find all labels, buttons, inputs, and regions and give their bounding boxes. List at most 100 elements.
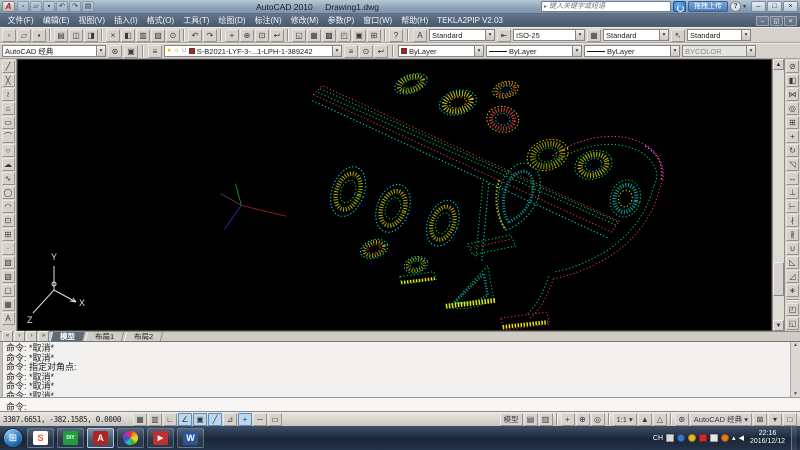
layer-properties-icon[interactable]: ≡: [344, 45, 358, 58]
chevron-down-icon[interactable]: ▾: [485, 30, 494, 40]
dim-style-icon[interactable]: ⇤: [497, 29, 511, 42]
qat-redo-icon[interactable]: ↷: [69, 1, 81, 12]
layer-thaw-sun-icon[interactable]: ☼: [173, 46, 179, 56]
doc-restore-button[interactable]: ◱: [770, 16, 783, 26]
menu-item[interactable]: TEKLA2PIP V2.03: [433, 16, 508, 25]
infocenter-search[interactable]: ▸: [541, 1, 671, 12]
tab-layout1[interactable]: 布局1: [85, 332, 124, 341]
multiline-text-icon[interactable]: A: [2, 312, 15, 325]
array-icon[interactable]: ⊞: [786, 116, 799, 129]
spline-icon[interactable]: ∿: [2, 172, 15, 185]
lwt-toggle[interactable]: ─: [253, 413, 267, 426]
help-button[interactable]: ?: [730, 1, 741, 12]
fillet-icon[interactable]: ◿: [786, 270, 799, 283]
break-at-point-icon[interactable]: ∤: [786, 214, 799, 227]
menu-item[interactable]: 视图(V): [74, 15, 110, 26]
qat-undo-icon[interactable]: ↶: [56, 1, 68, 12]
workspace-switch-button[interactable]: AutoCAD 经典 ▾: [690, 413, 752, 426]
break-icon[interactable]: ∦: [786, 228, 799, 241]
layer-lock-icon[interactable]: ∪: [182, 46, 187, 56]
gradient-icon[interactable]: ▧: [2, 270, 15, 283]
qp-toggle[interactable]: ▭: [268, 413, 282, 426]
table-icon[interactable]: ▦: [2, 298, 15, 311]
menu-item[interactable]: 文件(F): [3, 15, 38, 26]
designcenter-icon[interactable]: ▦: [307, 29, 321, 42]
move-icon[interactable]: +: [786, 130, 799, 143]
taskbar-app-word[interactable]: W: [177, 428, 204, 448]
menu-item[interactable]: 窗口(W): [359, 15, 397, 26]
layer-properties-manager-icon[interactable]: ≡: [148, 45, 162, 58]
chevron-down-icon[interactable]: ▾: [474, 46, 483, 56]
help-icon[interactable]: ?: [389, 29, 403, 42]
qat-plot-icon[interactable]: ▤: [82, 1, 94, 12]
scroll-up-icon[interactable]: ▲: [773, 59, 784, 70]
ellipse-arc-icon[interactable]: ◠: [2, 200, 15, 213]
command-window[interactable]: 命令: *取消*命令: *取消*命令: 指定对角点:命令: *取消*命令: *取…: [0, 341, 800, 411]
maximize-button[interactable]: □: [767, 1, 782, 12]
rotate-icon[interactable]: ↻: [786, 144, 799, 157]
dyn-toggle[interactable]: +: [238, 413, 252, 426]
menu-item[interactable]: 帮助(H): [397, 15, 433, 26]
chamfer-icon[interactable]: ◺: [786, 256, 799, 269]
arc-icon[interactable]: ⌒: [2, 130, 15, 143]
tool-palettes-icon[interactable]: ▩: [322, 29, 336, 42]
trim-icon[interactable]: ⊥: [786, 186, 799, 199]
vertical-scrollbar[interactable]: ▲ ▼: [772, 59, 784, 331]
scroll-down-icon[interactable]: ▼: [791, 391, 800, 397]
line-icon[interactable]: ╱: [2, 60, 15, 73]
circle-icon[interactable]: ○: [2, 144, 15, 157]
ducs-toggle[interactable]: ⊿: [223, 413, 237, 426]
text-style-icon[interactable]: A: [413, 29, 427, 42]
extend-icon[interactable]: ⊢: [786, 200, 799, 213]
redo-icon[interactable]: ↷: [203, 29, 217, 42]
command-window-grip[interactable]: [0, 342, 3, 397]
insert-block-icon[interactable]: ⊡: [2, 214, 15, 227]
plot-icon[interactable]: ▤: [54, 29, 68, 42]
otrack-toggle[interactable]: ╱: [208, 413, 222, 426]
paste-icon[interactable]: ▥: [136, 29, 150, 42]
dim-style-combo[interactable]: ISO-25 ▾: [513, 29, 585, 41]
open-icon[interactable]: ▱: [17, 29, 31, 42]
table-style-icon[interactable]: ▦: [587, 29, 601, 42]
annotation-visibility-icon[interactable]: ▲: [638, 413, 652, 426]
ellipse-icon[interactable]: ◯: [2, 186, 15, 199]
text-style-combo[interactable]: Standard ▾: [429, 29, 495, 41]
construction-line-icon[interactable]: ╳: [2, 74, 15, 87]
sheet-set-manager-icon[interactable]: ◰: [337, 29, 351, 42]
match-properties-icon[interactable]: ▨: [151, 29, 165, 42]
annotation-scale-button[interactable]: 1:1 ▾: [613, 413, 637, 426]
flag-tray-icon[interactable]: [699, 434, 707, 442]
layer-color-swatch[interactable]: [189, 48, 195, 54]
helper-tray-icon[interactable]: [677, 434, 685, 442]
command-prompt[interactable]: 命令:: [0, 397, 800, 411]
annotation-autoscale-icon[interactable]: △: [653, 413, 667, 426]
close-button[interactable]: ×: [783, 1, 798, 12]
menu-item[interactable]: 工具(T): [179, 15, 214, 26]
snap-toggle[interactable]: ▦: [133, 413, 147, 426]
markup-icon[interactable]: ▣: [352, 29, 366, 42]
chevron-down-icon[interactable]: ▾: [575, 30, 584, 40]
publish-icon[interactable]: ◨: [84, 29, 98, 42]
polygon-icon[interactable]: ⌂: [2, 102, 15, 115]
taskbar-app-storm[interactable]: ▶: [147, 428, 174, 448]
zoom-window-icon[interactable]: ⊡: [255, 29, 269, 42]
taskbar-clock[interactable]: 22:16 2016/12/12: [747, 430, 788, 447]
qat-save-icon[interactable]: ▪: [43, 1, 55, 12]
im-tray-icon[interactable]: [710, 434, 718, 442]
workspace-gear-icon[interactable]: ⊛: [675, 413, 689, 426]
start-button[interactable]: ⊞: [3, 428, 23, 448]
menu-item[interactable]: 绘图(D): [214, 15, 250, 26]
language-indicator[interactable]: CH: [653, 435, 663, 442]
block-editor-icon[interactable]: ⊙: [166, 29, 180, 42]
erase-icon[interactable]: ⊘: [786, 60, 799, 73]
copy-icon[interactable]: ◧: [121, 29, 135, 42]
point-icon[interactable]: ·: [2, 242, 15, 255]
orange-tray-icon[interactable]: [721, 434, 729, 442]
new-icon[interactable]: ▫: [2, 29, 16, 42]
workspace-combo[interactable]: AutoCAD 经典 ▾: [2, 45, 106, 57]
layer-on-bulb-icon[interactable]: ●: [167, 46, 171, 56]
scale-icon[interactable]: ◹: [786, 158, 799, 171]
taskbar-app-diy[interactable]: DIY: [57, 428, 84, 448]
volume-icon[interactable]: ◀: [739, 434, 744, 442]
quick-view-layouts-icon[interactable]: ▤: [524, 413, 538, 426]
